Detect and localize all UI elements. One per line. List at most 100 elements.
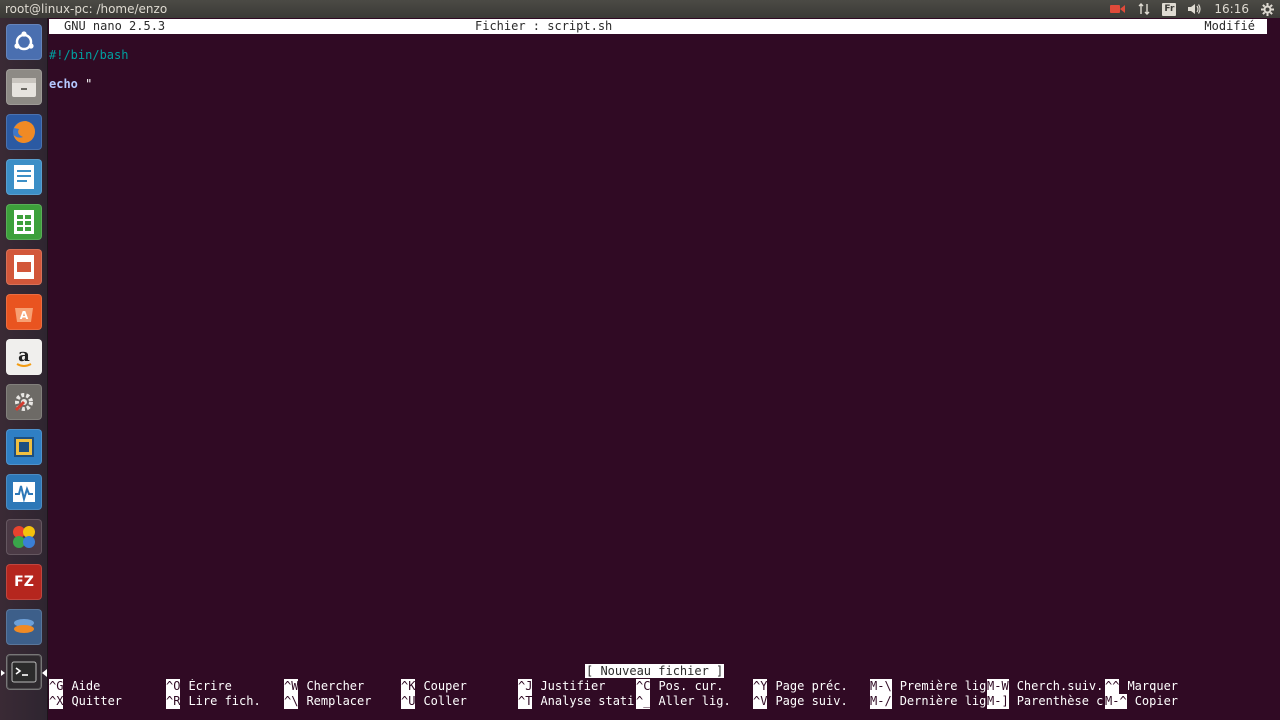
- launcher-system-monitor[interactable]: [6, 474, 42, 510]
- shortcut-item: ^K Couper: [401, 679, 518, 694]
- shortcut-key: ^_: [636, 694, 651, 709]
- code-line-shebang[interactable]: #!/bin/bash: [49, 48, 128, 63]
- amazon-icon: a: [16, 345, 32, 367]
- shortcut-label: Copier: [1134, 694, 1179, 708]
- shortcut-item: M-/ Dernière lig: [870, 694, 987, 709]
- software-bag-icon: A: [15, 308, 33, 322]
- camera-icon[interactable]: [1110, 3, 1126, 15]
- nano-title-bar: GNU nano 2.5.3 Fichier : script.sh Modif…: [49, 19, 1267, 34]
- shortcut-key: M-]: [987, 694, 1009, 709]
- launcher-calc[interactable]: [6, 204, 42, 240]
- calc-sheet-icon: [14, 210, 34, 234]
- shortcut-item: ^_ Aller lig.: [636, 694, 753, 709]
- launcher-software-center[interactable]: A: [6, 294, 42, 330]
- shortcut-label: Première lig: [899, 679, 987, 693]
- shortcut-key: ^G: [49, 679, 64, 694]
- shortcut-item: ^V Page suiv.: [753, 694, 870, 709]
- launcher-writer[interactable]: [6, 159, 42, 195]
- window-title: root@linux-pc: /home/enzo: [5, 2, 168, 16]
- shortcut-label: Coller: [423, 694, 467, 708]
- settings-icon[interactable]: [1261, 2, 1274, 16]
- shortcut-key: ^K: [401, 679, 416, 694]
- shortcut-key: ^U: [401, 694, 416, 709]
- shortcut-item: ^\ Remplacer: [284, 694, 401, 709]
- launcher-games[interactable]: [6, 519, 42, 555]
- shortcut-key: ^J: [518, 679, 533, 694]
- shortcut-label: Lire fich.: [188, 694, 261, 708]
- svg-text:a: a: [18, 345, 30, 366]
- shortcut-key: ^^: [1105, 679, 1120, 694]
- indicator-area: Fr 16:16: [1098, 0, 1274, 18]
- launcher-dash-home[interactable]: [6, 24, 42, 60]
- launcher-firefox[interactable]: [6, 114, 42, 150]
- virtualbox-icon: [14, 437, 34, 457]
- clock[interactable]: 16:16: [1214, 0, 1249, 18]
- shortcut-label: Justifier: [540, 679, 606, 693]
- shortcut-label: Chercher: [306, 679, 365, 693]
- firefox-icon: [13, 121, 35, 143]
- launcher-terminal[interactable]: [1, 654, 47, 690]
- shortcut-label: Pos. cur.: [658, 679, 724, 693]
- shortcut-key: M-\: [870, 679, 892, 694]
- shortcut-key: ^C: [636, 679, 651, 694]
- svg-text:FZ: FZ: [14, 574, 34, 590]
- monitor-graph-icon: [13, 482, 35, 503]
- shortcut-label: Couper: [423, 679, 467, 693]
- shortcut-label: Marquer: [1127, 679, 1179, 693]
- keyboard-layout-label: Fr: [1162, 2, 1177, 16]
- shortcut-item: M-^ Copier: [1105, 694, 1225, 709]
- terminal-window[interactable]: GNU nano 2.5.3 Fichier : script.sh Modif…: [49, 18, 1280, 720]
- shortcut-key: ^V: [753, 694, 768, 709]
- volume-icon[interactable]: [1188, 3, 1202, 15]
- launcher-amazon[interactable]: a: [6, 339, 42, 375]
- shortcut-key: ^W: [284, 679, 299, 694]
- network-icon[interactable]: [1138, 3, 1150, 15]
- shortcut-item: ^J Justifier: [518, 679, 635, 694]
- shortcut-item: M-W Cherch.suiv.: [987, 679, 1104, 694]
- ubuntu-logo-icon: [14, 31, 34, 51]
- shortcut-item: ^U Coller: [401, 694, 518, 709]
- launcher-stacked-app[interactable]: [6, 609, 42, 645]
- launcher-system-settings[interactable]: [6, 384, 42, 420]
- shortcut-item: ^^ Marquer: [1105, 679, 1225, 694]
- launcher: A a FZ: [0, 18, 48, 720]
- settings-wrench-icon: [14, 393, 33, 412]
- launcher-filezilla[interactable]: FZ: [6, 564, 42, 600]
- launcher-files[interactable]: [6, 69, 42, 105]
- nano-status-message: [ Nouveau fichier ]: [585, 664, 725, 678]
- shortcut-item: ^G Aide: [49, 679, 166, 694]
- nano-filename: Fichier : script.sh: [475, 19, 613, 33]
- nano-modified-status: Modifié: [1204, 19, 1255, 33]
- shortcut-item: ^T Analyse stati: [518, 694, 635, 709]
- shortcut-label: Écrire: [188, 679, 232, 693]
- terminal-icon: [11, 661, 37, 683]
- shortcut-key: ^O: [166, 679, 181, 694]
- shortcut-item: M-\ Première lig: [870, 679, 987, 694]
- keyboard-layout-icon[interactable]: Fr: [1162, 2, 1177, 16]
- shortcut-item: ^Y Page préc.: [753, 679, 870, 694]
- shortcut-key: M-W: [987, 679, 1009, 694]
- shortcut-label: Remplacer: [306, 694, 372, 708]
- shortcut-label: Page préc.: [775, 679, 848, 693]
- shortcut-key: ^T: [518, 694, 533, 709]
- launcher-virtualbox[interactable]: [6, 429, 42, 465]
- shortcut-item: ^O Écrire: [166, 679, 283, 694]
- running-indicator: [1, 670, 5, 676]
- writer-doc-icon: [14, 165, 34, 189]
- shortcut-key: ^X: [49, 694, 64, 709]
- file-cabinet-icon: [12, 78, 36, 97]
- code-line-echo[interactable]: echo ": [49, 77, 92, 92]
- svg-text:A: A: [20, 309, 29, 322]
- shortcut-item: M-] Parenthèse c: [987, 694, 1104, 709]
- clover-icon: [13, 526, 35, 548]
- shortcut-label: Page suiv.: [775, 694, 848, 708]
- shortcut-item: ^X Quitter: [49, 694, 166, 709]
- shortcut-item: ^R Lire fich.: [166, 694, 283, 709]
- shortcut-key: M-/: [870, 694, 892, 709]
- nano-shortcut-bar: ^G Aide ^O Écrire ^W Chercher ^K Couper ^J Justif…: [49, 679, 1280, 709]
- shortcut-key: ^R: [166, 694, 181, 709]
- nano-version: GNU nano 2.5.3: [64, 19, 166, 33]
- shortcut-label: Aller lig.: [658, 694, 731, 708]
- impress-slide-icon: [14, 255, 34, 279]
- launcher-impress[interactable]: [6, 249, 42, 285]
